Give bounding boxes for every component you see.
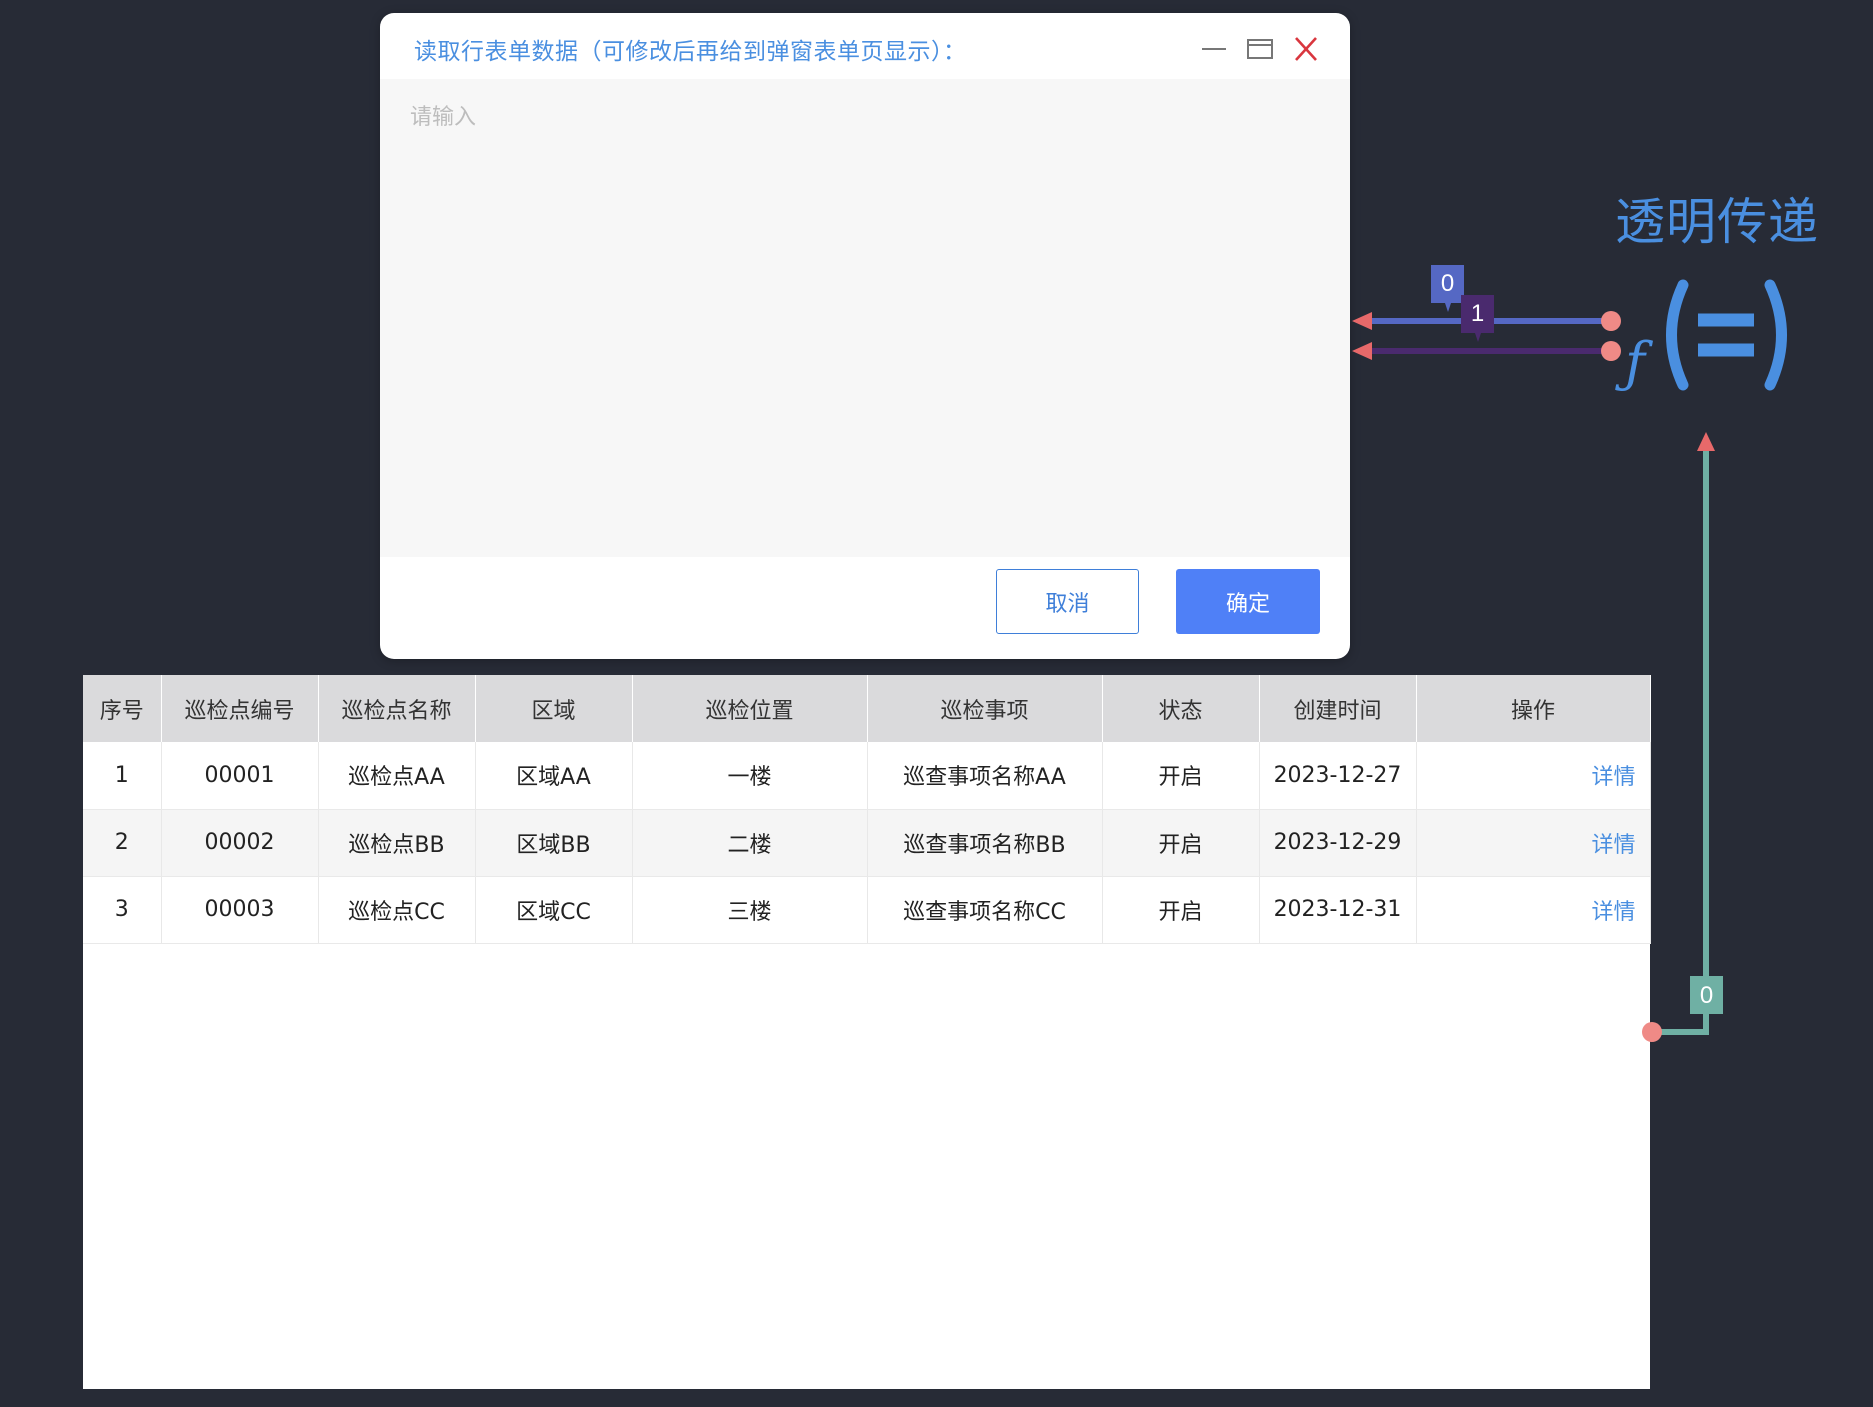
row-data-textarea[interactable]: [380, 79, 1350, 557]
form-dialog: 读取行表单数据（可修改后再给到弹窗表单页显示）： 取消 确定: [380, 13, 1350, 659]
cell-created: 2023-12-31: [1259, 876, 1417, 944]
cell-code: 00003: [161, 876, 319, 944]
column-header-created[interactable]: 创建时间: [1259, 675, 1417, 742]
cell-item: 巡查事项名称CC: [867, 876, 1103, 944]
table-row[interactable]: 2 00002 巡检点BB 区域BB 二楼 巡查事项名称BB 开启 2023-1…: [83, 809, 1651, 877]
dialog-title: 读取行表单数据（可修改后再给到弹窗表单页显示）：: [414, 39, 967, 65]
cell-position: 一楼: [632, 742, 868, 810]
cell-name: 巡检点BB: [318, 809, 476, 877]
maximize-icon[interactable]: [1245, 35, 1275, 63]
link-table-to-node[interactable]: [1642, 432, 1715, 1042]
output-port[interactable]: [1601, 341, 1621, 361]
inspection-table-panel: 序号 巡检点编号 巡检点名称 区域 巡检位置 巡检事项 状态 创建时间 操作 1…: [83, 675, 1651, 1389]
cell-name: 巡检点CC: [318, 876, 476, 944]
table-header-row: 序号 巡检点编号 巡检点名称 区域 巡检位置 巡检事项 状态 创建时间 操作: [83, 675, 1651, 742]
cell-area: 区域BB: [475, 809, 633, 877]
cell-position: 三楼: [632, 876, 868, 944]
cancel-button[interactable]: 取消: [996, 569, 1139, 634]
arrow-head-icon: [1352, 312, 1372, 330]
column-header-area[interactable]: 区域: [475, 675, 633, 742]
cell-area: 区域AA: [475, 742, 633, 810]
cell-status: 开启: [1102, 809, 1260, 877]
cell-action: 详情: [1416, 809, 1651, 877]
table-row[interactable]: 1 00001 巡检点AA 区域AA 一楼 巡查事项名称AA 开启 2023-1…: [83, 742, 1651, 810]
dialog-header[interactable]: 读取行表单数据（可修改后再给到弹窗表单页显示）：: [380, 13, 1350, 79]
close-icon[interactable]: [1291, 35, 1321, 63]
cell-created: 2023-12-29: [1259, 809, 1417, 877]
cell-action: 详情: [1416, 742, 1651, 810]
column-header-code[interactable]: 巡检点编号: [161, 675, 319, 742]
cell-status: 开启: [1102, 876, 1260, 944]
dialog-body: [380, 79, 1350, 557]
cell-code: 00002: [161, 809, 319, 877]
function-equals-icon[interactable]: ƒ: [1615, 279, 1787, 394]
arrow-head-icon: [1352, 342, 1372, 360]
output-port[interactable]: [1601, 311, 1621, 331]
link-1[interactable]: [1352, 341, 1621, 361]
column-header-item[interactable]: 巡检事项: [867, 675, 1103, 742]
cell-position: 二楼: [632, 809, 868, 877]
output-port[interactable]: [1642, 1022, 1662, 1042]
cell-index: 3: [83, 876, 162, 944]
node-title: 透明传递: [1615, 193, 1819, 251]
table-row[interactable]: 3 00003 巡检点CC 区域CC 三楼 巡查事项名称CC 开启 2023-1…: [83, 876, 1651, 944]
confirm-button[interactable]: 确定: [1176, 569, 1320, 634]
cell-code: 00001: [161, 742, 319, 810]
cell-status: 开启: [1102, 742, 1260, 810]
detail-link[interactable]: 详情: [1591, 833, 1635, 858]
cell-action: 详情: [1416, 876, 1651, 944]
column-header-action[interactable]: 操作: [1416, 675, 1651, 742]
cell-item: 巡查事项名称AA: [867, 742, 1103, 810]
cell-index: 2: [83, 809, 162, 877]
svg-text:ƒ: ƒ: [1615, 331, 1653, 394]
cell-name: 巡检点AA: [318, 742, 476, 810]
inspection-table: 序号 巡检点编号 巡检点名称 区域 巡检位置 巡检事项 状态 创建时间 操作 1…: [83, 675, 1651, 944]
link-label-0-text: 0: [1441, 270, 1454, 297]
link-label-0: 0: [1431, 265, 1464, 312]
cell-area: 区域CC: [475, 876, 633, 944]
detail-link[interactable]: 详情: [1591, 900, 1635, 925]
detail-link[interactable]: 详情: [1591, 765, 1635, 790]
arrow-head-icon: [1697, 432, 1715, 451]
column-header-name[interactable]: 巡检点名称: [318, 675, 476, 742]
cell-created: 2023-12-27: [1259, 742, 1417, 810]
cell-item: 巡查事项名称BB: [867, 809, 1103, 877]
link-0[interactable]: [1352, 311, 1621, 331]
minimize-icon[interactable]: [1199, 35, 1229, 63]
column-header-status[interactable]: 状态: [1102, 675, 1260, 742]
column-header-index[interactable]: 序号: [83, 675, 162, 742]
column-header-position[interactable]: 巡检位置: [632, 675, 868, 742]
cell-index: 1: [83, 742, 162, 810]
